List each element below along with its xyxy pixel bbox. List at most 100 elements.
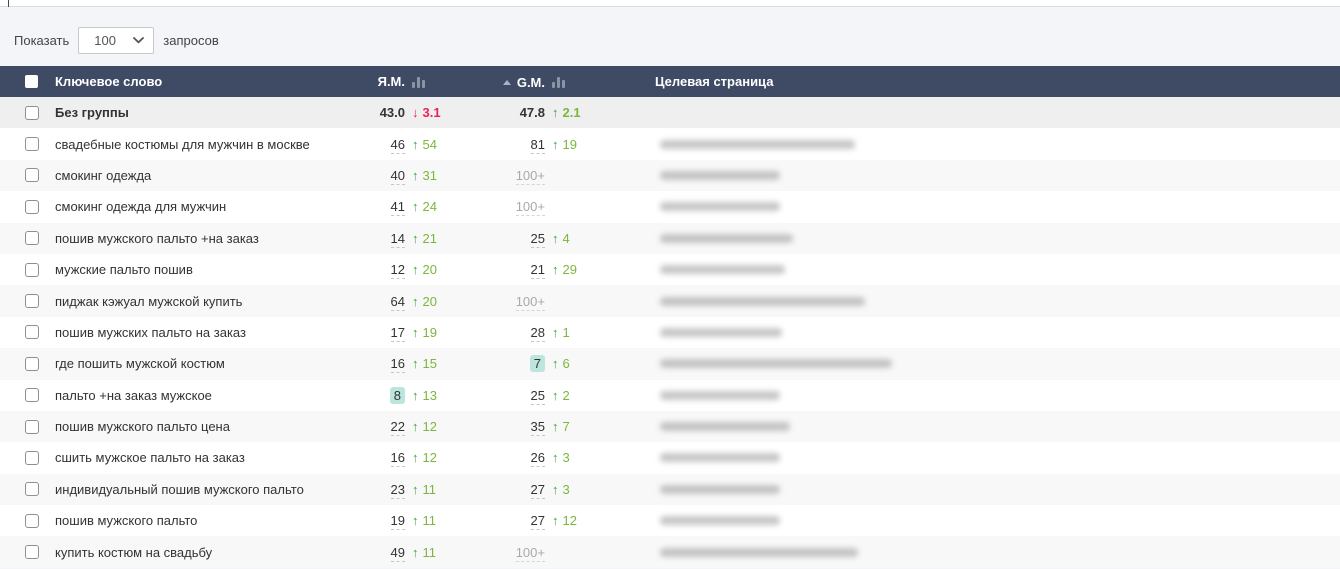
table-row: пошив мужского пальто +на заказ 14 ↑ 21 … [0,222,1340,254]
ym-position[interactable]: 49 [390,544,405,562]
keyword-link[interactable]: сшить мужское пальто на заказ [55,450,245,466]
row-checkbox[interactable] [25,513,39,528]
gm-position[interactable]: 25 [530,387,545,405]
row-checkbox[interactable] [25,388,39,403]
gm-position[interactable]: 27 [530,481,545,499]
row-checkbox[interactable] [25,199,39,214]
ym-position[interactable]: 46 [390,136,405,154]
ym-position[interactable]: 16 [390,450,405,468]
gm-position[interactable]: 26 [530,450,545,468]
target-page-blurred[interactable] [660,233,793,243]
keyword-link[interactable]: смокинг одежда [55,167,152,183]
keyword-link[interactable]: свадебные костюмы для мужчин в москве [55,136,310,152]
ym-position[interactable]: 40 [390,167,405,185]
row-checkbox[interactable] [25,356,39,371]
gm-position[interactable]: 47.8 [520,105,545,121]
column-header-target: Целевая страница [655,74,774,89]
keyword-link[interactable]: где пошить мужской костюм [55,356,225,372]
ym-position[interactable]: 22 [390,419,405,437]
keyword-link[interactable]: купить костюм на свадьбу [55,544,213,560]
keyword-link[interactable]: смокинг одежда для мужчин [55,199,227,215]
row-checkbox[interactable] [25,168,39,183]
trend-up-icon: ↑ [552,481,559,497]
table-row: где пошить мужской костюм 16 ↑ 15 7 ↑ 6 [0,348,1340,380]
ym-position[interactable]: 43.0 [380,105,405,121]
target-page-blurred[interactable] [660,139,855,149]
ym-position[interactable]: 12 [390,262,405,280]
row-checkbox[interactable] [25,419,39,434]
row-checkbox[interactable] [25,450,39,465]
trend-up-icon: ↑ [552,230,559,246]
gm-position[interactable]: 35 [530,419,545,437]
row-checkbox[interactable] [25,482,39,497]
ym-position[interactable]: 14 [390,230,405,248]
row-checkbox[interactable] [25,137,39,152]
row-checkbox[interactable] [25,545,39,560]
target-page-blurred[interactable] [660,453,780,463]
ym-change-value: 11 [422,513,437,529]
column-header-gm[interactable]: G.M. [517,75,545,90]
target-page-blurred[interactable] [660,390,780,400]
bar-chart-icon[interactable] [552,76,565,88]
target-page-blurred[interactable] [660,296,865,306]
gm-change-value: 7 [562,419,570,435]
ym-position[interactable]: 23 [390,481,405,499]
keyword-link[interactable]: индивидуальный пошив мужского пальто [55,481,304,497]
row-checkbox[interactable] [25,262,39,277]
gm-position[interactable]: 21 [530,262,545,280]
gm-position[interactable]: 7 [529,355,545,373]
gm-position[interactable]: 100+ [515,293,545,311]
target-page-blurred[interactable] [660,170,780,180]
target-page-blurred[interactable] [660,202,780,212]
keyword-link[interactable]: пошив мужского пальто [55,513,198,529]
ym-position[interactable]: 19 [390,513,405,531]
ym-position[interactable]: 17 [390,324,405,342]
gm-change-value: 19 [562,136,577,152]
trend-up-icon: ↑ [412,136,419,152]
ym-position[interactable]: 64 [390,293,405,311]
sort-asc-icon[interactable] [502,80,511,85]
target-page-blurred[interactable] [660,265,785,275]
target-page-blurred[interactable] [660,547,858,557]
row-checkbox[interactable] [25,105,39,120]
column-header-ym[interactable]: Я.М. [378,74,405,89]
select-all-checkbox[interactable] [25,75,38,88]
ym-position[interactable]: 16 [390,356,405,374]
bar-chart-icon[interactable] [412,76,425,88]
table-row: пошив мужского пальто цена 22 ↑ 12 35 ↑ … [0,410,1340,443]
target-page-blurred[interactable] [660,484,780,494]
trend-up-icon: ↑ [412,167,419,183]
table-body: Без группы 43.0 ↓ 3.1 47.8 ↑ 2.1 свадебн… [0,97,1340,568]
keyword-link[interactable]: мужские пальто пошив [55,262,193,278]
page-size-select[interactable]: 100 [78,27,155,54]
column-header-keyword[interactable]: Ключевое слово [48,74,360,89]
target-page-blurred[interactable] [660,422,790,432]
target-page-blurred[interactable] [660,359,892,369]
ym-position[interactable]: 8 [389,386,405,404]
keyword-link[interactable]: пиджак кэжуал мужской купить [55,293,243,309]
gm-position[interactable]: 28 [530,324,545,342]
target-page-blurred[interactable] [660,516,780,526]
ym-change-value: 15 [422,356,437,372]
keyword-link[interactable]: Без группы [55,105,129,120]
row-checkbox[interactable] [25,325,39,340]
row-checkbox[interactable] [25,294,39,309]
gm-position[interactable]: 25 [530,230,545,248]
table-header: Ключевое слово Я.М. G.M. Целевая страниц… [0,66,1340,97]
keyword-link[interactable]: пошив мужского пальто +на заказ [55,230,259,246]
gm-position[interactable]: 100+ [515,167,545,185]
ym-position[interactable]: 41 [390,199,405,217]
target-page-blurred[interactable] [660,327,782,337]
row-checkbox[interactable] [25,231,39,246]
keyword-link[interactable]: пошив мужского пальто цена [55,419,230,435]
trend-up-icon: ↑ [552,262,559,278]
trend-up-icon: ↑ [552,387,559,403]
gm-position[interactable]: 100+ [515,199,545,217]
gm-position[interactable]: 27 [530,513,545,531]
keyword-link[interactable]: пошив мужских пальто на заказ [55,324,246,340]
table-row: свадебные костюмы для мужчин в москве 46… [0,128,1340,160]
gm-position[interactable]: 81 [530,136,545,154]
keyword-link[interactable]: пальто +на заказ мужское [55,387,212,403]
gm-position[interactable]: 100+ [515,544,545,562]
keywords-table: Ключевое слово Я.М. G.M. Целевая страниц… [0,66,1340,568]
